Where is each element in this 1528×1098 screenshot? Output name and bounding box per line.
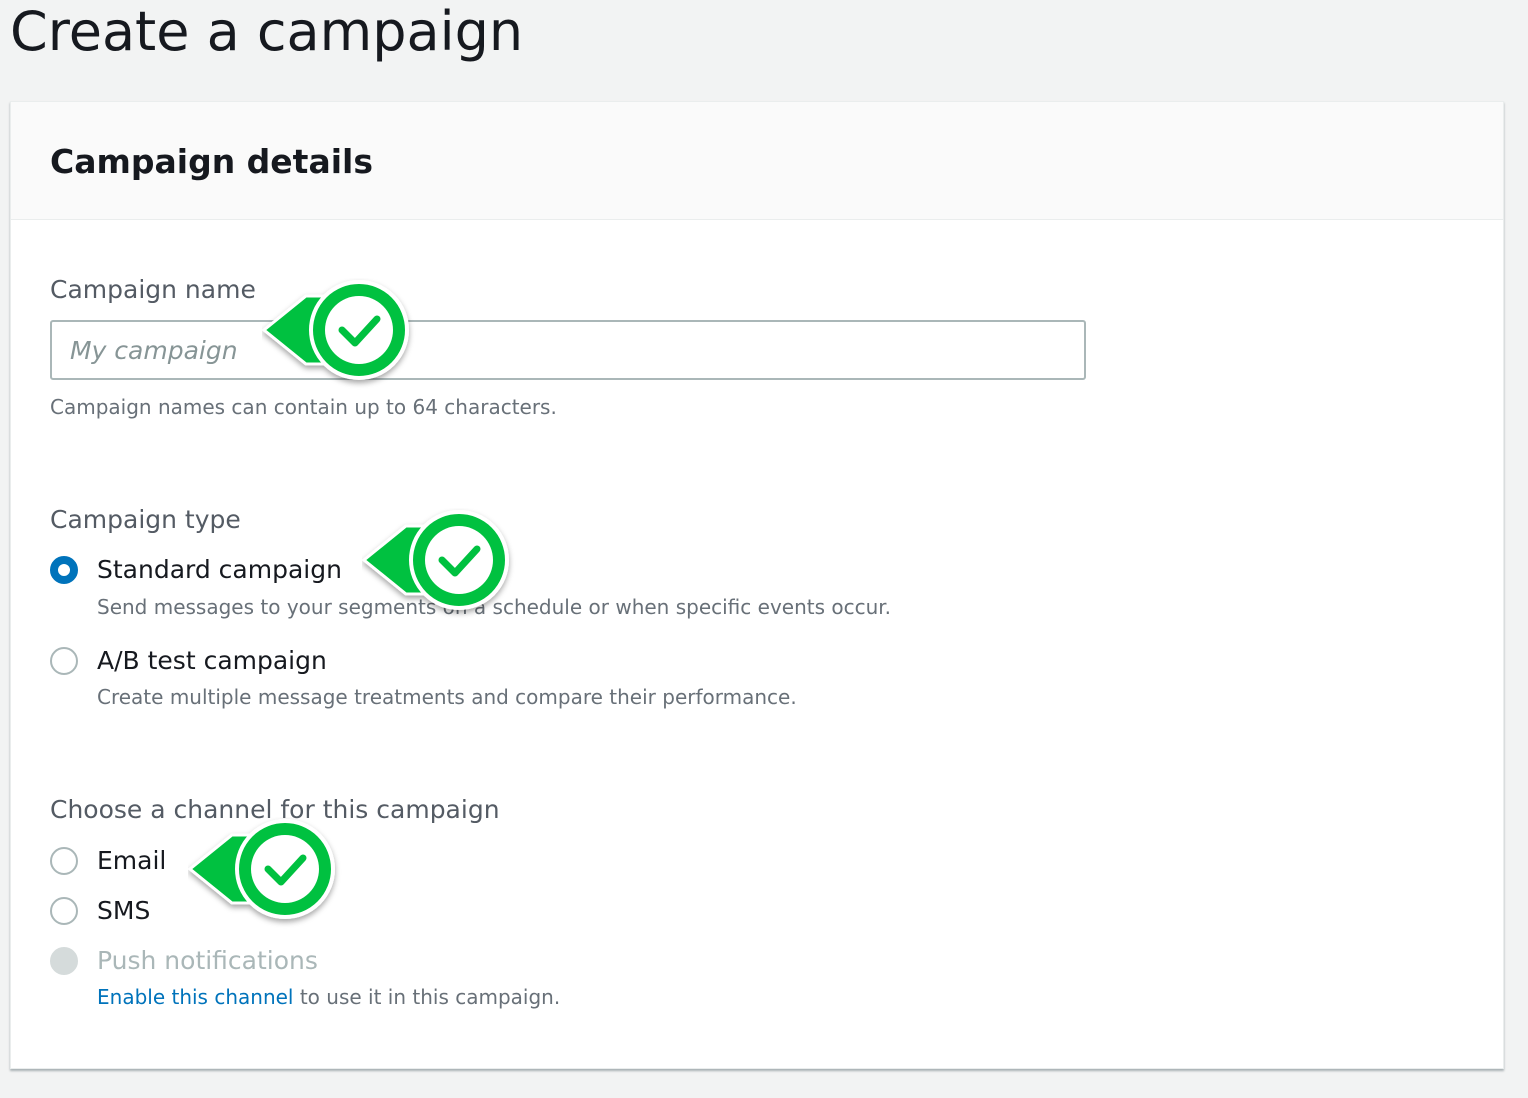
ab-test-campaign-radio[interactable] — [50, 647, 78, 675]
check-marker-channel — [188, 819, 335, 919]
check-marker-campaign-name — [262, 280, 409, 380]
email-radio[interactable] — [50, 847, 78, 875]
push-notifications-label: Push notifications — [97, 946, 318, 975]
campaign-type-label: Campaign type — [50, 505, 241, 534]
check-marker-campaign-type — [362, 510, 509, 610]
ab-test-campaign-description: Create multiple message treatments and c… — [97, 685, 797, 709]
enable-channel-link[interactable]: Enable this channel — [97, 985, 293, 1009]
page-title: Create a campaign — [10, 0, 524, 63]
campaign-name-hint: Campaign names can contain up to 64 char… — [50, 395, 557, 419]
email-label[interactable]: Email — [97, 846, 166, 876]
standard-campaign-label[interactable]: Standard campaign — [97, 555, 342, 585]
campaign-name-label: Campaign name — [50, 275, 256, 304]
push-hint-text: to use it in this campaign. — [293, 985, 561, 1009]
push-notifications-radio — [50, 947, 78, 975]
standard-campaign-radio[interactable] — [50, 556, 78, 584]
panel-title: Campaign details — [50, 142, 373, 181]
ab-test-campaign-label[interactable]: A/B test campaign — [97, 646, 327, 676]
campaign-name-input[interactable] — [50, 320, 1086, 380]
panel-header: Campaign details — [11, 102, 1503, 220]
sms-radio[interactable] — [50, 897, 78, 925]
push-hint: Enable this channel to use it in this ca… — [97, 984, 560, 1010]
sms-label[interactable]: SMS — [97, 896, 150, 926]
